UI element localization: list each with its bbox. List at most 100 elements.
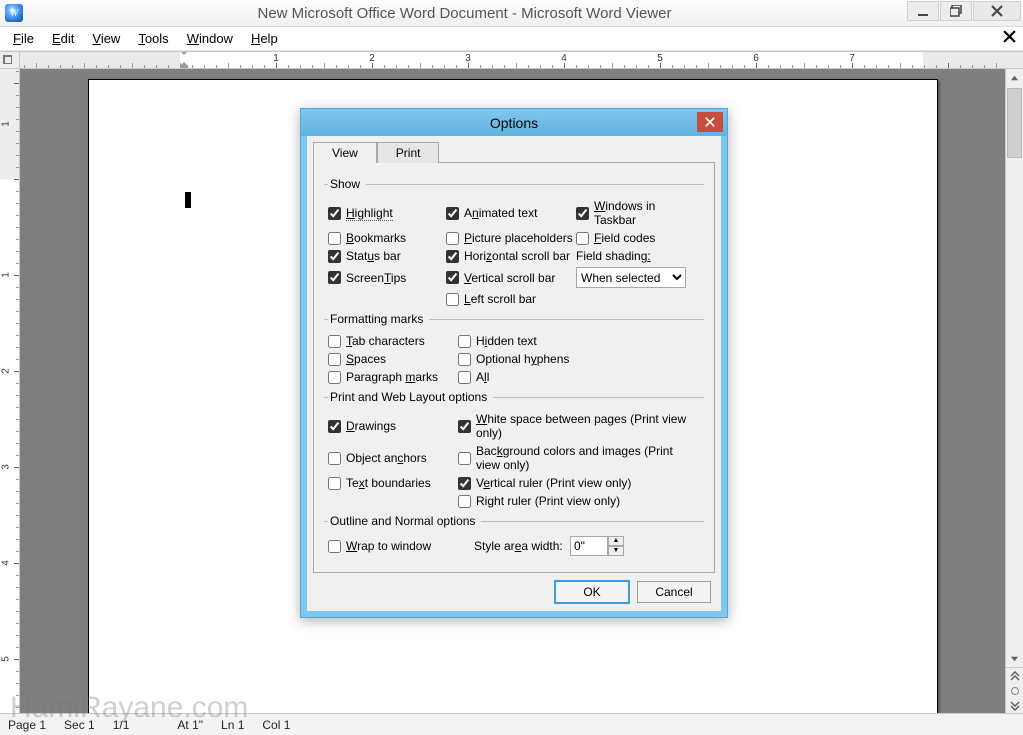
spin-down-button[interactable]: ▼ [608, 546, 624, 556]
ruler-number: 7 [849, 53, 855, 64]
checkbox-spaces[interactable]: Spaces [328, 352, 458, 366]
circle-icon [1011, 687, 1019, 695]
browse-object-button[interactable] [1006, 683, 1023, 698]
window-title: New Microsoft Office Word Document - Mic… [23, 5, 906, 22]
close-icon [991, 5, 1003, 17]
dialog-close-button[interactable] [697, 112, 723, 132]
tab-print[interactable]: Print [377, 142, 440, 163]
close-icon [1003, 30, 1016, 43]
checkbox-object-anchors[interactable]: Object anchors [328, 444, 458, 472]
status-section: Sec 1 [64, 718, 95, 732]
checkbox-screentips[interactable]: ScreenTips [328, 271, 446, 285]
group-print-web-legend: Print and Web Layout options [328, 390, 493, 404]
cancel-button[interactable]: Cancel [637, 581, 711, 603]
group-show: Show Highlight Animated text Windows in … [324, 177, 704, 306]
checkbox-vertical-ruler[interactable]: Vertical ruler (Print view only) [458, 476, 700, 490]
checkbox-text-boundaries[interactable]: Text boundaries [328, 476, 458, 490]
ruler-number: 1 [273, 53, 279, 64]
indent-marker[interactable] [180, 52, 188, 68]
options-dialog: Options View Print Show Highlight Animat… [300, 108, 728, 618]
chevron-up-icon [1010, 74, 1019, 83]
checkbox-status-bar[interactable]: Status bar [328, 249, 446, 263]
vertical-scrollbar[interactable] [1005, 69, 1023, 713]
menubar: File Edit View Tools Window Help [0, 27, 1023, 51]
menu-help[interactable]: Help [242, 28, 287, 49]
ruler-number: 4 [561, 53, 567, 64]
double-chevron-down-icon [1010, 701, 1020, 711]
double-chevron-up-icon [1010, 671, 1020, 681]
checkbox-optional-hyphens[interactable]: Optional hyphens [458, 352, 700, 366]
horizontal-ruler[interactable]: 1 2 3 4 5 6 7 [0, 51, 1023, 69]
app-icon: W [5, 4, 23, 22]
checkbox-background-colors[interactable]: Background colors and images (Print view… [458, 444, 700, 472]
group-print-web-layout: Print and Web Layout options Drawings Wh… [324, 390, 704, 508]
checkbox-wrap-to-window[interactable]: Wrap to window [328, 539, 468, 553]
group-outline-normal: Outline and Normal options Wrap to windo… [324, 514, 704, 556]
menu-edit[interactable]: Edit [43, 28, 83, 49]
checkbox-white-space[interactable]: White space between pages (Print view on… [458, 412, 700, 440]
checkbox-animated-text[interactable]: Animated text [446, 206, 576, 220]
menu-tools[interactable]: Tools [129, 28, 177, 49]
style-area-width-label: Style area width: [474, 539, 564, 553]
checkbox-hidden-text[interactable]: Hidden text [458, 334, 700, 348]
titlebar: W New Microsoft Office Word Document - M… [0, 0, 1023, 27]
status-at: At 1" [177, 718, 203, 732]
status-page: Page 1 [8, 718, 46, 732]
statusbar: Page 1 Sec 1 1/1 At 1" Ln 1 Col 1 [0, 713, 1023, 735]
checkbox-all[interactable]: All [458, 370, 700, 384]
ruler-number: 1 [0, 121, 11, 127]
checkbox-picture-placeholders[interactable]: Picture placeholders [446, 231, 576, 245]
status-column: Col 1 [262, 718, 290, 732]
ruler-number: 6 [753, 53, 759, 64]
dialog-titlebar[interactable]: Options [301, 109, 727, 136]
close-icon [705, 117, 715, 127]
checkbox-windows-taskbar[interactable]: Windows in Taskbar [576, 199, 700, 227]
status-line: Ln 1 [221, 718, 244, 732]
checkbox-field-codes[interactable]: Field codes [576, 231, 700, 245]
style-area-width-input[interactable] [570, 536, 608, 556]
restore-button[interactable] [940, 1, 972, 21]
close-document-button[interactable] [999, 30, 1019, 48]
next-page-button[interactable] [1006, 698, 1023, 713]
text-cursor [185, 192, 191, 208]
checkbox-horizontal-scrollbar[interactable]: Horizontal scroll bar [446, 249, 576, 263]
minimize-button[interactable] [907, 1, 939, 21]
field-shading-select[interactable]: When selected [576, 267, 686, 288]
previous-page-button[interactable] [1006, 668, 1023, 683]
close-button[interactable] [973, 1, 1021, 21]
menu-view[interactable]: View [83, 28, 129, 49]
ruler-number: 3 [465, 53, 471, 64]
ok-button[interactable]: OK [555, 581, 629, 603]
spin-up-button[interactable]: ▲ [608, 536, 624, 546]
dialog-title: Options [490, 115, 538, 131]
menu-file[interactable]: File [4, 28, 43, 49]
minimize-icon [917, 5, 929, 17]
checkbox-drawings[interactable]: Drawings [328, 412, 458, 440]
ruler-number: 2 [369, 53, 375, 64]
scroll-down-button[interactable] [1006, 649, 1023, 667]
field-shading-label: Field shading: [576, 249, 700, 263]
group-formatting-marks: Formatting marks Tab characters Hidden t… [324, 312, 704, 384]
ruler-number: 5 [657, 53, 663, 64]
checkbox-tab-characters[interactable]: Tab characters [328, 334, 458, 348]
scroll-thumb[interactable] [1007, 88, 1022, 158]
ruler-number: 3 [0, 464, 11, 470]
checkbox-highlight[interactable]: Highlight [328, 206, 446, 221]
menu-window[interactable]: Window [178, 28, 242, 49]
restore-icon [950, 5, 962, 17]
vertical-ruler[interactable]: 1 123456 [0, 69, 20, 713]
checkbox-paragraph-marks[interactable]: Paragraph marks [328, 370, 458, 384]
scroll-up-button[interactable] [1006, 69, 1023, 87]
style-area-width-spinner[interactable]: ▲ ▼ [570, 536, 700, 556]
tab-view[interactable]: View [313, 142, 377, 163]
ruler-number: 1 [0, 272, 11, 278]
group-outline-legend: Outline and Normal options [328, 514, 481, 528]
ruler-number: 5 [0, 656, 11, 662]
tab-selector-icon[interactable] [3, 55, 12, 64]
checkbox-vertical-scrollbar[interactable]: Vertical scroll bar [446, 271, 576, 285]
checkbox-right-ruler[interactable]: Right ruler (Print view only) [458, 494, 700, 508]
checkbox-bookmarks[interactable]: Bookmarks [328, 231, 446, 245]
tabstrip: View Print [313, 141, 715, 162]
chevron-down-icon [1010, 654, 1019, 663]
checkbox-left-scrollbar[interactable]: Left scroll bar [446, 292, 576, 306]
